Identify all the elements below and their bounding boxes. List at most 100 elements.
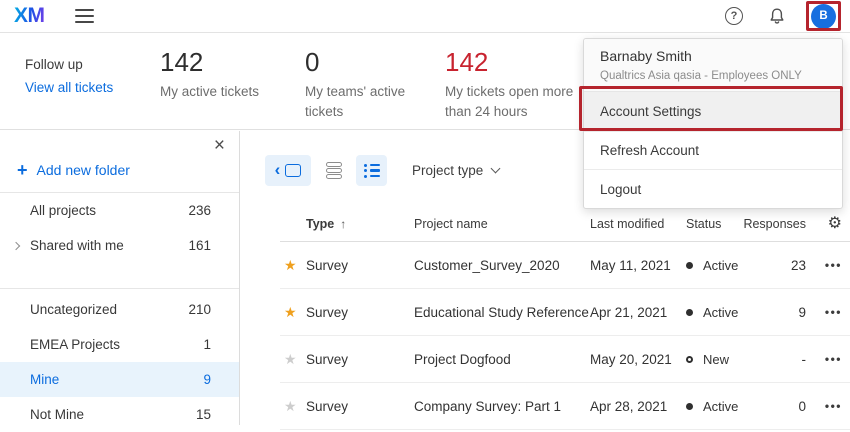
last-modified-cell: Apr 28, 2021 bbox=[590, 399, 686, 414]
column-header-name[interactable]: Project name bbox=[414, 217, 590, 231]
table-row-educational-study-reference[interactable]: ★ SurveyEducational Study ReferenceApr 21… bbox=[280, 289, 850, 336]
last-modified-cell: May 11, 2021 bbox=[590, 258, 686, 273]
projects-toolbar: ‹ Project type bbox=[265, 155, 499, 186]
table-row-project-dogfood[interactable]: ★SurveyProject DogfoodMay 20, 2021New-••… bbox=[280, 336, 850, 383]
status-cell: Active bbox=[686, 399, 778, 414]
column-header-responses[interactable]: Responses bbox=[743, 217, 812, 231]
responses-cell: 23 bbox=[791, 258, 812, 273]
sidebar-item-not-mine[interactable]: Not Mine15 bbox=[0, 397, 239, 432]
star-icon-filled[interactable]: ★ bbox=[280, 258, 297, 272]
star-icon-filled[interactable]: ★ bbox=[280, 305, 297, 319]
stat-team-active-tickets: 0 My teams' active tickets bbox=[305, 47, 423, 121]
responses-cell: - bbox=[802, 352, 813, 367]
stat-my-active-tickets: 142 My active tickets bbox=[160, 47, 259, 102]
more-options-icon[interactable]: ••• bbox=[825, 399, 850, 413]
menu-item-logout[interactable]: Logout bbox=[584, 170, 842, 208]
sidebar-item-label: Uncategorized bbox=[30, 302, 117, 317]
more-options-icon[interactable]: ••• bbox=[825, 305, 850, 319]
status-label: Active bbox=[703, 258, 738, 273]
responses-cell: 0 bbox=[798, 399, 812, 414]
sidebar-item-label: EMEA Projects bbox=[30, 337, 120, 352]
sidebar-item-all-projects[interactable]: All projects236 bbox=[0, 193, 239, 228]
table-body: ★SurveyCustomer_Survey_2020May 11, 2021A… bbox=[280, 242, 850, 430]
list-view-button[interactable] bbox=[356, 155, 387, 186]
status-label: Active bbox=[703, 305, 738, 320]
account-org: Qualtrics Asia qasia - Employees ONLY bbox=[600, 70, 826, 83]
add-folder-label: Add new folder bbox=[37, 162, 130, 178]
add-new-folder-button[interactable]: + Add new folder bbox=[17, 161, 130, 179]
notifications-bell-icon[interactable] bbox=[768, 7, 786, 26]
stat-label: My teams' active tickets bbox=[305, 82, 423, 121]
sidebar-item-count: 161 bbox=[188, 238, 211, 253]
account-name: Barnaby Smith bbox=[600, 48, 826, 64]
sidebar-item-count: 210 bbox=[188, 302, 211, 317]
stat-value: 142 bbox=[160, 47, 259, 77]
stat-tickets-open-24h: 142 My tickets open more than 24 hours bbox=[445, 47, 595, 121]
app-screen: XM ? B Follow up View all tickets 142 My… bbox=[0, 0, 850, 425]
stat-label: My tickets open more than 24 hours bbox=[445, 82, 595, 121]
projects-table: Type ↑ Project name Last modified Status… bbox=[280, 197, 850, 430]
status-dot-active bbox=[686, 262, 693, 269]
close-icon[interactable]: × bbox=[214, 136, 225, 155]
project-type-filter[interactable]: Project type bbox=[412, 163, 499, 178]
account-dropdown-menu: Barnaby Smith Qualtrics Asia qasia - Emp… bbox=[583, 38, 843, 209]
project-type-cell: Survey bbox=[306, 305, 414, 320]
project-type-cell: Survey bbox=[306, 258, 414, 273]
project-name-cell: Customer_Survey_2020 bbox=[414, 258, 590, 273]
sidebar-group-main: All projects236Shared with me161 bbox=[0, 193, 239, 263]
xm-logo: XM bbox=[14, 4, 45, 28]
stat-value: 142 bbox=[445, 47, 595, 77]
stat-label: My active tickets bbox=[160, 82, 259, 102]
project-type-cell: Survey bbox=[306, 352, 414, 367]
sidebar-item-label: All projects bbox=[30, 203, 96, 218]
menu-item-refresh-account[interactable]: Refresh Account bbox=[584, 132, 842, 170]
sidebar-item-mine[interactable]: Mine 9 bbox=[0, 362, 239, 397]
status-cell: Active bbox=[686, 258, 778, 273]
help-icon[interactable]: ? bbox=[725, 7, 743, 25]
view-all-tickets-link[interactable]: View all tickets bbox=[25, 80, 113, 95]
folder-icon bbox=[285, 164, 301, 177]
sidebar-item-label: Mine bbox=[30, 372, 59, 387]
column-header-modified[interactable]: Last modified bbox=[590, 217, 686, 231]
sidebar-group-folders: Uncategorized 210 EMEA Projects 1 Mine 9 Not M… bbox=[0, 292, 239, 432]
top-bar: XM ? B bbox=[0, 0, 850, 33]
sidebar-item-shared-with-me[interactable]: Shared with me161 bbox=[0, 228, 239, 263]
account-info: Barnaby Smith Qualtrics Asia qasia - Emp… bbox=[584, 39, 842, 92]
last-modified-cell: Apr 21, 2021 bbox=[590, 305, 686, 320]
hamburger-menu-icon[interactable] bbox=[75, 9, 94, 23]
stack-view-icon[interactable] bbox=[326, 162, 342, 179]
star-icon-empty[interactable]: ★ bbox=[280, 352, 297, 366]
status-cell: Active bbox=[686, 305, 778, 320]
chevron-down-icon bbox=[491, 164, 501, 174]
table-settings-gear-icon[interactable]: ⚙ bbox=[828, 216, 850, 232]
chevron-left-icon: ‹ bbox=[275, 161, 281, 178]
folders-sidebar: × + Add new folder All projects236Shared… bbox=[0, 131, 240, 425]
table-row-company-survey-part-1[interactable]: ★ SurveyCompany Survey: Part 1Apr 28, 202… bbox=[280, 383, 850, 430]
menu-item-account-settings[interactable]: Account Settings bbox=[584, 92, 842, 132]
more-options-icon[interactable]: ••• bbox=[825, 258, 850, 272]
chevron-right-icon bbox=[12, 241, 20, 249]
sidebar-item-count: 15 bbox=[196, 407, 211, 422]
sort-ascending-icon: ↑ bbox=[340, 217, 346, 231]
status-dot-active bbox=[686, 309, 693, 316]
project-type-cell: Survey bbox=[306, 399, 414, 414]
status-dot-active bbox=[686, 403, 693, 410]
collapse-folders-button[interactable]: ‹ bbox=[265, 155, 311, 186]
table-row-customer-survey-2020[interactable]: ★ SurveyCustomer_Survey_2020May 11, 2021 A… bbox=[280, 242, 850, 289]
project-type-label: Project type bbox=[412, 163, 483, 178]
star-icon-empty[interactable]: ★ bbox=[280, 399, 297, 413]
sidebar-item-count: 1 bbox=[203, 337, 211, 352]
more-options-icon[interactable]: ••• bbox=[825, 352, 850, 366]
project-name-cell: Company Survey: Part 1 bbox=[414, 399, 590, 414]
plus-icon: + bbox=[17, 161, 28, 179]
topbar-actions: ? B bbox=[725, 4, 836, 29]
sidebar-item-uncategorized[interactable]: Uncategorized 210 bbox=[0, 292, 239, 327]
sidebar-item-count: 9 bbox=[203, 372, 211, 387]
column-header-type[interactable]: Type ↑ bbox=[306, 217, 414, 231]
user-avatar[interactable]: B bbox=[811, 4, 836, 29]
follow-up-block: Follow up View all tickets bbox=[25, 57, 113, 95]
project-name-cell: Educational Study Reference bbox=[414, 305, 590, 320]
project-name-cell: Project Dogfood bbox=[414, 352, 590, 367]
status-label: Active bbox=[703, 399, 738, 414]
sidebar-item-emea-projects[interactable]: EMEA Projects 1 bbox=[0, 327, 239, 362]
